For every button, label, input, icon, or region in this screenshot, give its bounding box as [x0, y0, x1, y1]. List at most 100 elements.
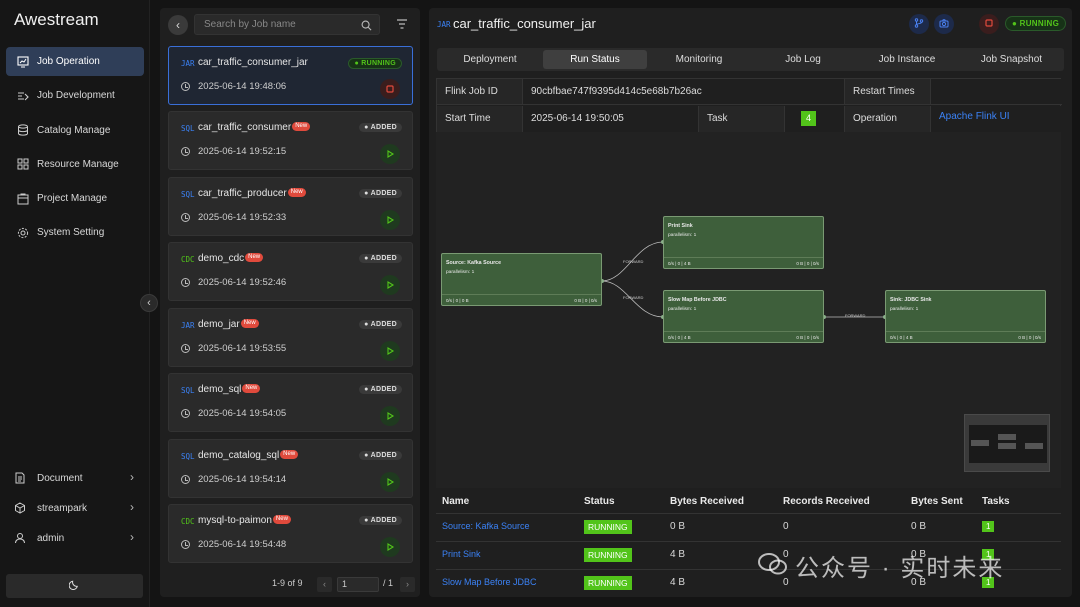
vertex-name-link[interactable]: Slow Map Before JDBC	[442, 577, 537, 587]
setting-icon	[16, 226, 29, 239]
job-card[interactable]: JAR demo_jar New ● ADDED 2025-06-14 19:53:55	[168, 308, 413, 367]
start-job-button[interactable]	[380, 210, 400, 230]
play-icon	[387, 281, 395, 289]
status-text: ADDED	[370, 386, 397, 393]
snapshot-button[interactable]	[934, 14, 954, 34]
apache-flink-ui-link[interactable]: Apache Flink UI	[931, 106, 1062, 132]
catalog-icon	[16, 124, 29, 137]
job-time: 2025-06-14 19:54:48	[198, 539, 287, 550]
job-card[interactable]: CDC mysql-to-paimon New ● ADDED 2025-06-14 1…	[168, 504, 413, 563]
branch-button[interactable]	[909, 14, 929, 34]
sidebar-item-document[interactable]: Document ›	[6, 466, 144, 490]
start-job-button[interactable]	[380, 472, 400, 492]
tab-run-status[interactable]: Run Status	[543, 50, 647, 69]
branch-icon	[914, 15, 924, 33]
clock-icon	[181, 344, 190, 353]
job-time: 2025-06-14 19:52:33	[198, 212, 287, 223]
sidebar-item-catalog-manage[interactable]: Catalog Manage	[6, 116, 144, 145]
node-parallelism: parallelism: 1	[668, 233, 697, 238]
sidebar-item-admin[interactable]: admin ›	[6, 526, 144, 550]
sidebar-item-resource-manage[interactable]: Resource Manage	[6, 150, 144, 179]
filter-icon[interactable]	[396, 17, 408, 35]
sidebar-item-job-development[interactable]: Job Development	[6, 81, 144, 110]
graph-node[interactable]: Source: Kafka Source parallelism: 1 0/s …	[441, 253, 602, 306]
bytes-received: 4 B	[670, 577, 686, 588]
status-text: ADDED	[370, 255, 397, 262]
page-input[interactable]: 1	[337, 577, 379, 592]
start-job-button[interactable]	[380, 406, 400, 426]
new-badge: New	[292, 122, 311, 131]
graph-node[interactable]: Slow Map Before JDBC parallelism: 1 0/s …	[663, 290, 824, 343]
job-time: 2025-06-14 19:52:46	[198, 277, 287, 288]
bytes-received: 0 B	[670, 521, 686, 532]
node-metrics-in: 0/s | 0 | 0 B	[446, 298, 469, 303]
search-icon[interactable]	[361, 18, 372, 36]
job-name: mysql-to-paimon New	[198, 515, 291, 526]
job-card[interactable]: SQL demo_catalog_sql New ● ADDED 2025-06-14 …	[168, 439, 413, 498]
col-header-bytes-received: Bytes Received	[670, 496, 744, 507]
task-count-badge: 4	[801, 111, 816, 126]
sidebar-item-system-setting[interactable]: System Setting	[6, 218, 144, 247]
node-metrics: 0/s | 0 | 0 B 0 B | 0 | 0/s	[442, 294, 601, 305]
vertex-name-link[interactable]: Source: Kafka Source	[442, 521, 530, 531]
tab-job-log[interactable]: Job Log	[751, 50, 855, 69]
clock-icon	[181, 475, 190, 484]
status-badge: ● ADDED	[359, 320, 402, 329]
tab-job-snapshot[interactable]: Job Snapshot	[959, 50, 1064, 69]
vertex-name-link[interactable]: Print Sink	[442, 549, 481, 559]
task-label: Task	[699, 106, 785, 132]
flink-job-id-value: 90cbfbae747f9395d414c5e68b7b26ac	[523, 79, 845, 105]
sidebar-item-project-manage[interactable]: Project Manage	[6, 184, 144, 213]
job-info-table: Flink Job ID 90cbfbae747f9395d414c5e68b7…	[436, 78, 1062, 132]
job-time: 2025-06-14 19:54:05	[198, 408, 287, 419]
theme-toggle-button[interactable]	[6, 574, 143, 598]
job-status-text: RUNNING	[1019, 19, 1060, 28]
graph-node[interactable]: Sink: JDBC Sink parallelism: 1 0/s | 0 |…	[885, 290, 1046, 343]
moon-icon	[68, 577, 80, 595]
job-card[interactable]: SQL car_traffic_consumer New ● ADDED 2025-06…	[168, 111, 413, 170]
tab-job-instance[interactable]: Job Instance	[855, 50, 959, 69]
job-card[interactable]: CDC demo_cdc New ● ADDED 2025-06-14 19:52:46	[168, 242, 413, 301]
prev-page-button[interactable]: ‹	[317, 577, 332, 592]
tab-monitoring[interactable]: Monitoring	[647, 50, 751, 69]
start-job-button[interactable]	[380, 537, 400, 557]
sidebar-item-streampark[interactable]: streampark ›	[6, 496, 144, 520]
graph-node[interactable]: Print Sink parallelism: 1 0/s | 0 | 4 B0…	[663, 216, 824, 269]
status-badge: RUNNING	[584, 548, 632, 562]
start-job-button[interactable]	[380, 144, 400, 164]
graph-minimap[interactable]	[964, 414, 1050, 472]
job-type-tag: JAR	[437, 20, 451, 29]
start-job-button[interactable]	[380, 275, 400, 295]
status-badge: ● ADDED	[359, 451, 402, 460]
next-page-button[interactable]: ›	[400, 577, 415, 592]
stop-job-button[interactable]	[979, 14, 999, 34]
status-text: ADDED	[370, 517, 397, 524]
stop-job-button[interactable]	[380, 79, 400, 99]
sidebar-item-label: admin	[37, 532, 65, 544]
document-icon	[14, 472, 27, 484]
job-card[interactable]: SQL demo_sql New ● ADDED 2025-06-14 19:54:05	[168, 373, 413, 432]
job-name-text: mysql-to-paimon	[198, 515, 272, 526]
status-text: RUNNING	[361, 60, 396, 67]
status-text: ADDED	[370, 452, 397, 459]
col-header-bytes-sent: Bytes Sent	[911, 496, 963, 507]
job-type-tag: JAR	[181, 321, 195, 330]
user-icon	[14, 532, 27, 544]
job-card[interactable]: SQL car_traffic_producer New ● ADDED 2025-06…	[168, 177, 413, 236]
job-name-text: demo_sql	[198, 384, 242, 395]
pagination: 1-9 of 9 ‹ 1 / 1 ›	[160, 577, 420, 593]
job-name: car_traffic_consumer_jar	[198, 57, 308, 68]
tab-deployment[interactable]: Deployment	[437, 50, 543, 69]
resource-icon	[16, 158, 29, 171]
back-button[interactable]: ‹	[168, 15, 188, 35]
sidebar-item-job-operation[interactable]: Job Operation	[6, 47, 144, 76]
start-job-button[interactable]	[380, 341, 400, 361]
job-graph[interactable]: FORWARD FORWARD FORWARD Source: Kafka So…	[436, 132, 1061, 488]
node-parallelism: parallelism: 1	[890, 307, 919, 312]
collapse-sidebar-button[interactable]: ‹	[140, 294, 158, 312]
job-detail-panel: JAR car_traffic_consumer_jar ● RUNNING D…	[429, 8, 1072, 597]
search-input[interactable]: Search by Job name	[194, 14, 380, 35]
chevron-right-icon: ›	[130, 500, 134, 514]
job-card[interactable]: JAR car_traffic_consumer_jar ● RUNNING 2025…	[168, 46, 413, 105]
status-text: ADDED	[370, 190, 397, 197]
